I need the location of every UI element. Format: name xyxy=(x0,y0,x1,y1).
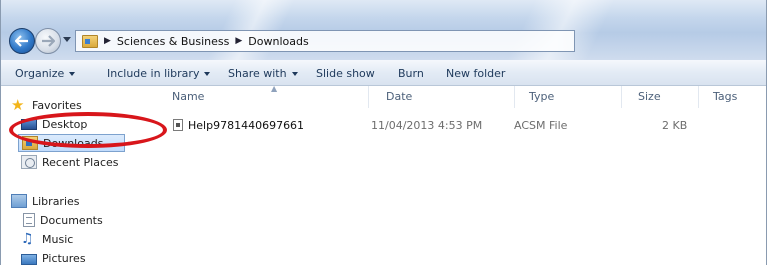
share-with-label: Share with xyxy=(228,67,287,80)
column-divider[interactable] xyxy=(621,86,622,108)
chevron-down-icon xyxy=(291,72,298,76)
back-button[interactable] xyxy=(9,28,35,54)
nav-desktop[interactable]: Desktop xyxy=(21,115,87,133)
navigation-pane: ★ Favorites Desktop Downloads Recent Pla… xyxy=(1,86,146,265)
share-with-menu[interactable]: Share with xyxy=(228,67,298,80)
organize-menu[interactable]: Organize xyxy=(15,67,76,80)
column-header-size[interactable]: Size xyxy=(638,90,661,103)
file-name: Help9781440697661 xyxy=(188,119,305,132)
organize-label: Organize xyxy=(15,67,65,80)
chevron-down-icon xyxy=(69,72,76,76)
breadcrumb-sciences-business[interactable]: Sciences & Business xyxy=(117,35,229,48)
music-note-icon: ♫ xyxy=(21,231,34,247)
pictures-icon xyxy=(21,253,37,265)
nav-music[interactable]: ♫ Music xyxy=(21,230,73,248)
forward-button[interactable] xyxy=(35,28,61,54)
column-header-tags[interactable]: Tags xyxy=(713,90,737,103)
file-size: 2 KB xyxy=(662,119,688,132)
nav-libraries-label: Libraries xyxy=(32,194,80,208)
slide-show-button[interactable]: Slide show xyxy=(316,67,375,80)
column-header-date[interactable]: Date xyxy=(386,90,412,103)
nav-favorites[interactable]: ★ Favorites xyxy=(11,96,82,114)
burn-button[interactable]: Burn xyxy=(398,67,424,80)
new-folder-button[interactable]: New folder xyxy=(446,67,505,80)
column-divider[interactable] xyxy=(698,86,699,108)
documents-icon xyxy=(23,213,35,227)
chevron-right-icon[interactable]: ▶ xyxy=(104,36,111,46)
sort-ascending-icon: ▲ xyxy=(271,84,278,93)
file-type: ACSM File xyxy=(514,119,568,132)
nav-recent-places[interactable]: Recent Places xyxy=(21,153,119,171)
desktop-icon xyxy=(21,119,37,130)
nav-music-label: Music xyxy=(42,232,74,246)
address-bar[interactable]: ▶ Sciences & Business ▶ Downloads xyxy=(75,30,575,52)
acsm-file-icon xyxy=(173,119,183,131)
file-row[interactable]: Help9781440697661 11/04/2013 4:53 PM ACS… xyxy=(162,116,766,136)
file-date: 11/04/2013 4:53 PM xyxy=(371,119,483,132)
nav-libraries[interactable]: Libraries xyxy=(11,192,80,210)
libraries-icon xyxy=(11,194,27,208)
title-bar: ▶ Sciences & Business ▶ Downloads xyxy=(1,0,766,60)
nav-favorites-label: Favorites xyxy=(32,98,82,112)
arrow-right-icon xyxy=(42,35,55,47)
folder-icon xyxy=(82,34,98,48)
breadcrumb-downloads[interactable]: Downloads xyxy=(248,35,308,48)
nav-downloads[interactable]: Downloads xyxy=(18,134,125,152)
explorer-window: ▶ Sciences & Business ▶ Downloads Organi… xyxy=(0,0,767,265)
nav-pictures[interactable]: Pictures xyxy=(21,249,86,265)
chevron-right-icon[interactable]: ▶ xyxy=(235,36,242,46)
file-list: Name ▲ Date Type Size Tags Help978144069… xyxy=(146,84,766,265)
nav-downloads-label: Downloads xyxy=(43,136,104,150)
star-icon: ★ xyxy=(11,96,25,114)
downloads-folder-icon xyxy=(22,136,38,150)
include-in-library-label: Include in library xyxy=(107,67,200,80)
nav-pictures-label: Pictures xyxy=(42,251,86,265)
nav-documents[interactable]: Documents xyxy=(21,211,103,229)
column-header-type[interactable]: Type xyxy=(529,90,554,103)
column-divider[interactable] xyxy=(514,86,515,108)
nav-documents-label: Documents xyxy=(40,213,103,227)
recent-pages-dropdown[interactable] xyxy=(63,37,71,42)
nav-desktop-label: Desktop xyxy=(42,117,88,131)
command-bar: Organize Include in library Share with S… xyxy=(1,60,766,86)
column-divider[interactable] xyxy=(368,86,369,108)
recent-places-icon xyxy=(21,155,37,169)
chevron-down-icon xyxy=(204,72,211,76)
nav-recent-places-label: Recent Places xyxy=(42,155,119,169)
column-header-name[interactable]: Name xyxy=(172,90,204,103)
arrow-left-icon xyxy=(15,35,28,47)
include-in-library-menu[interactable]: Include in library xyxy=(107,67,211,80)
